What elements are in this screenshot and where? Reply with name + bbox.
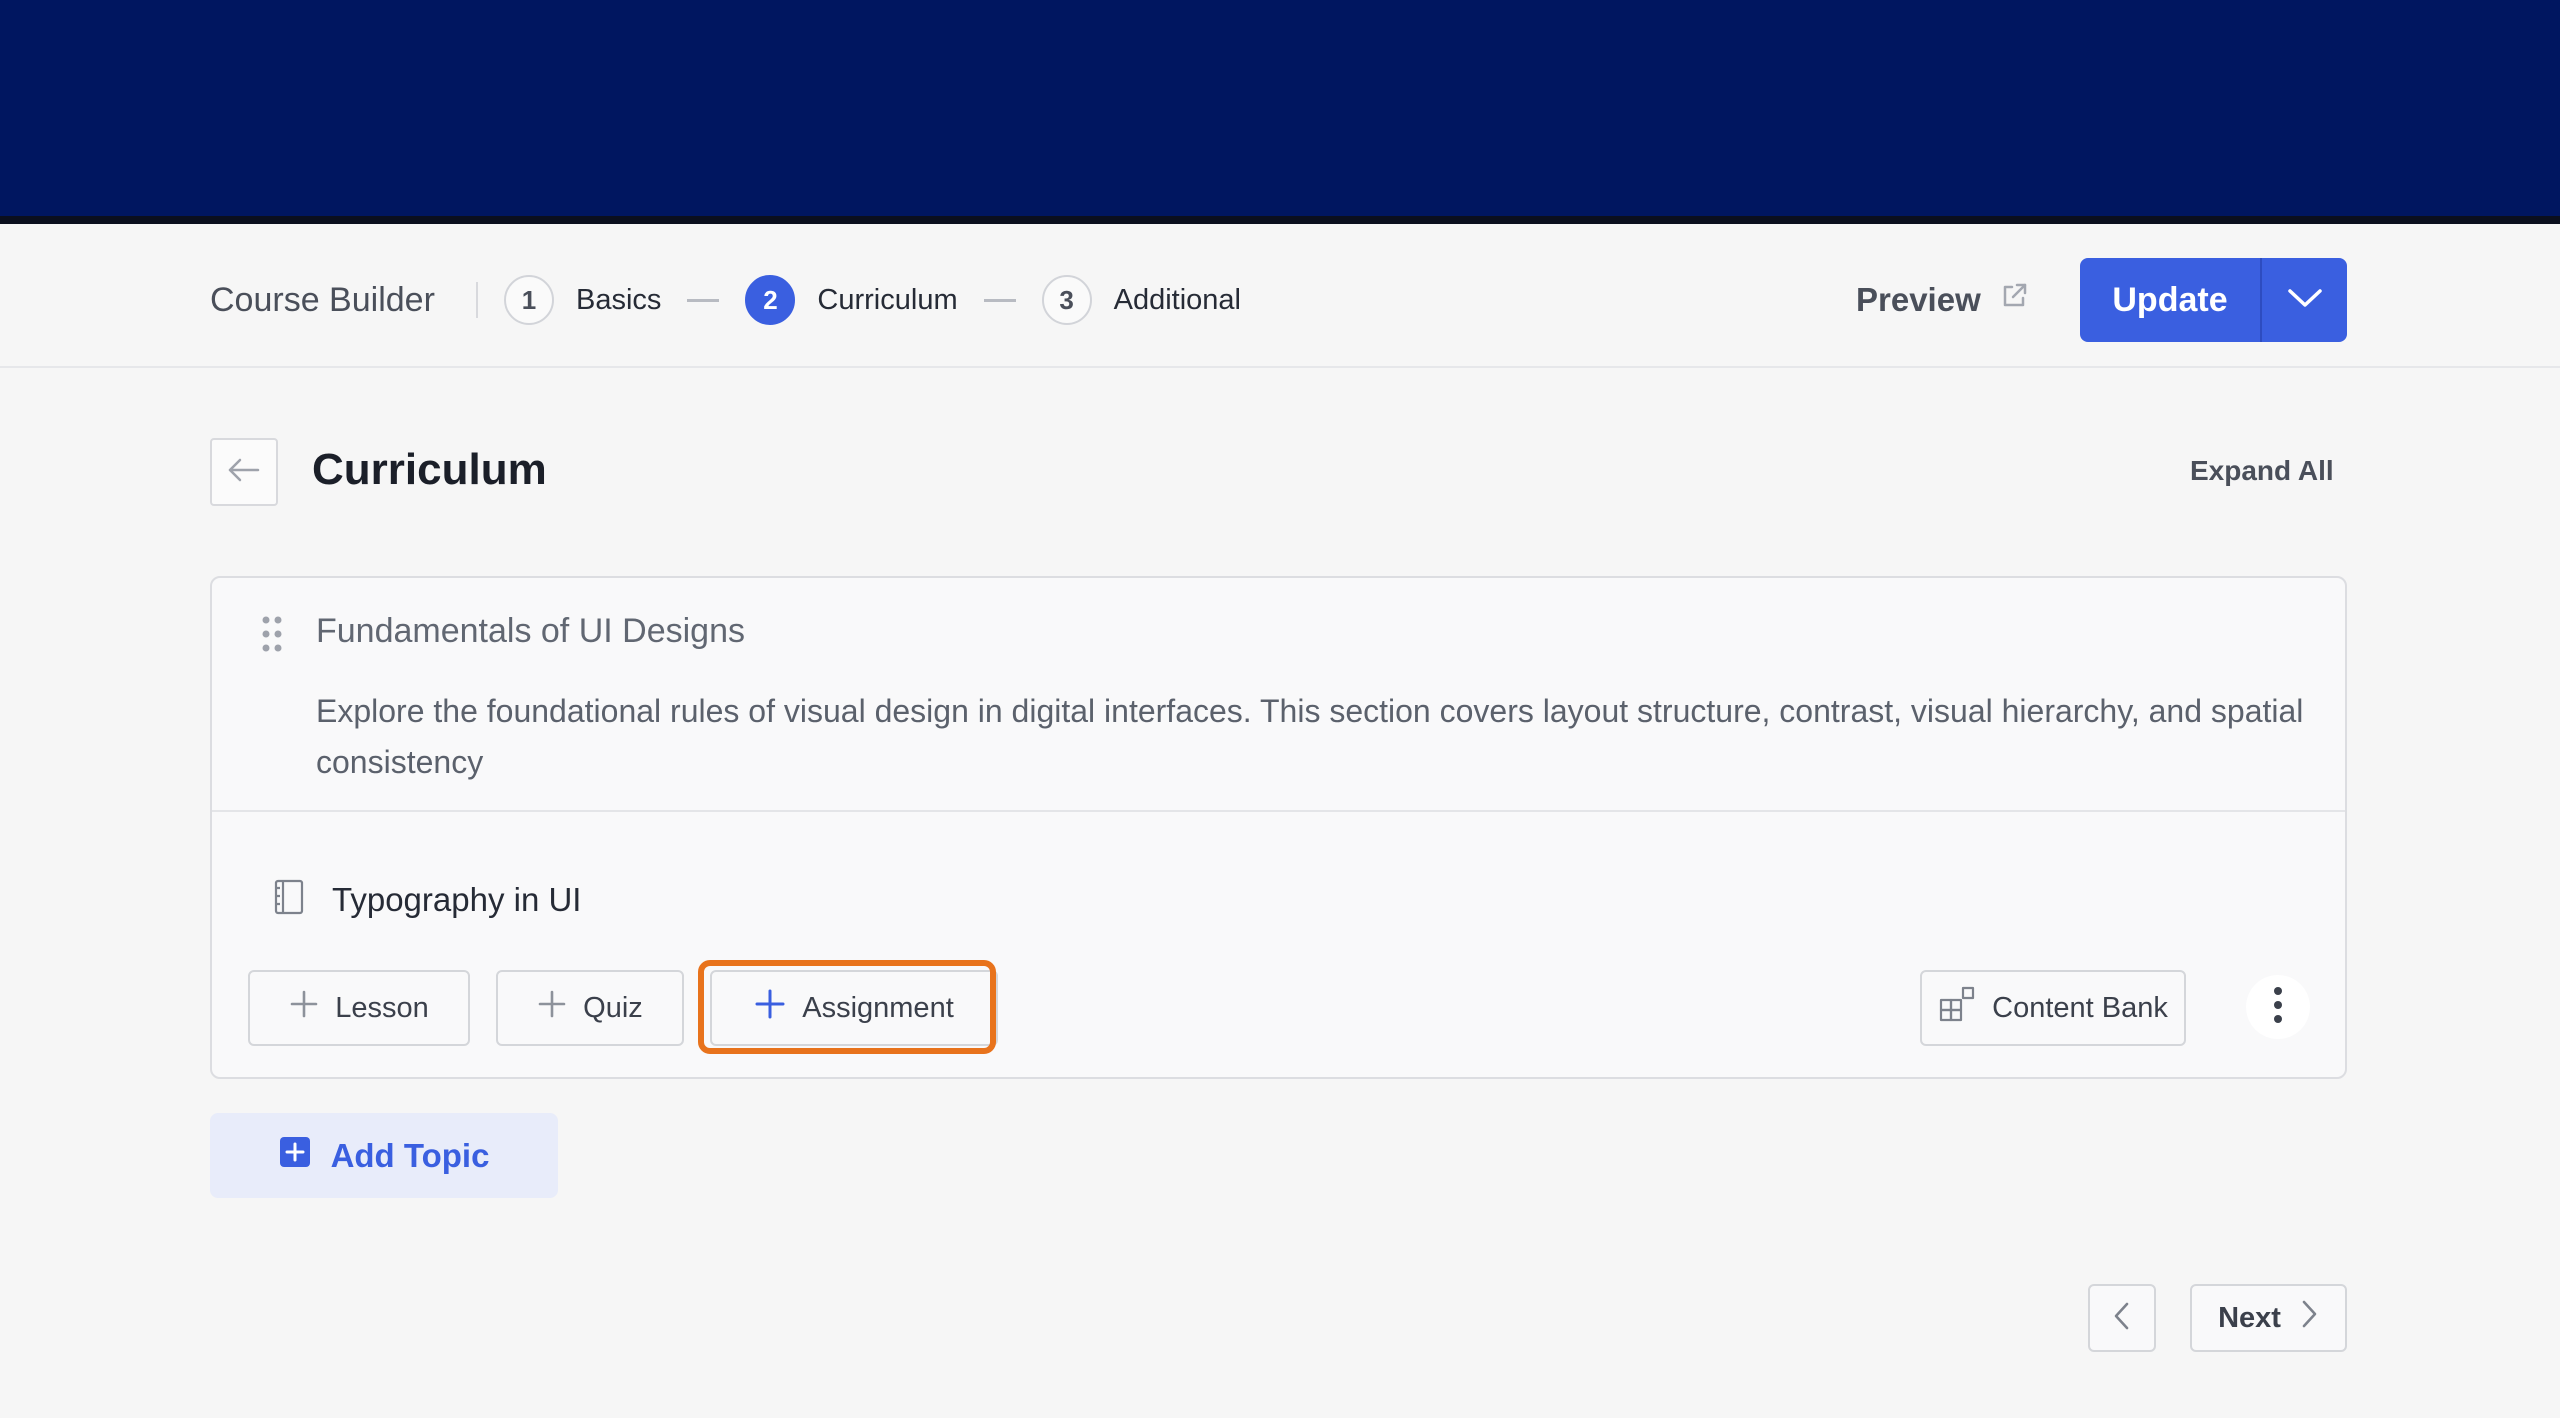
preview-link[interactable]: Preview xyxy=(1856,276,2029,324)
lesson-document-icon xyxy=(272,878,306,921)
add-quiz-label: Quiz xyxy=(583,991,643,1024)
arrow-left-icon xyxy=(226,456,262,489)
add-topic-button[interactable]: Add Topic xyxy=(210,1113,558,1198)
next-button[interactable]: Next xyxy=(2190,1284,2347,1352)
update-button[interactable]: Update xyxy=(2080,258,2260,342)
page-title: Curriculum xyxy=(312,445,547,494)
lesson-title: Typography in UI xyxy=(332,880,582,918)
step-basics[interactable]: 1 Basics xyxy=(504,275,661,325)
lesson-item[interactable]: Typography in UI xyxy=(272,878,581,921)
preview-label: Preview xyxy=(1856,281,1981,318)
content-bank-label: Content Bank xyxy=(1992,991,2168,1024)
previous-button[interactable] xyxy=(2088,1284,2156,1352)
step-label: Additional xyxy=(1113,283,1241,316)
course-builder-header: Course Builder 1 Basics 2 Curriculum 3 A… xyxy=(0,232,2560,368)
step-divider xyxy=(687,298,720,302)
step-label: Basics xyxy=(576,283,662,316)
expand-all-button[interactable]: Expand All xyxy=(2190,455,2334,487)
update-dropdown-button[interactable] xyxy=(2262,258,2347,342)
plus-icon xyxy=(754,988,786,1028)
update-button-group: Update xyxy=(2080,258,2347,342)
next-label: Next xyxy=(2218,1301,2281,1334)
stepper: 1 Basics 2 Curriculum 3 Additional xyxy=(504,274,1241,326)
add-topic-label: Add Topic xyxy=(330,1136,490,1174)
add-quiz-button[interactable]: Quiz xyxy=(496,970,684,1046)
topic-card: Fundamentals of UI Designs Explore the f… xyxy=(210,576,2347,1079)
step-curriculum[interactable]: 2 Curriculum xyxy=(745,275,958,325)
back-button[interactable] xyxy=(210,438,278,506)
step-additional[interactable]: 3 Additional xyxy=(1041,275,1241,325)
topic-more-button[interactable] xyxy=(2246,975,2310,1039)
plus-icon xyxy=(537,989,567,1027)
step-number: 1 xyxy=(504,275,554,325)
chevron-right-icon xyxy=(2299,1299,2319,1337)
brand-divider xyxy=(476,282,478,318)
plus-square-icon xyxy=(279,1136,311,1176)
add-lesson-button[interactable]: Lesson xyxy=(248,970,470,1046)
top-banner xyxy=(0,0,2560,224)
add-assignment-label: Assignment xyxy=(802,991,954,1024)
more-vertical-icon xyxy=(2273,986,2283,1029)
brand-title: Course Builder xyxy=(210,281,435,319)
step-divider xyxy=(983,298,1016,302)
chevron-left-icon xyxy=(2112,1301,2132,1336)
topic-header[interactable]: Fundamentals of UI Designs Explore the f… xyxy=(212,578,2345,812)
topic-description: Explore the foundational rules of visual… xyxy=(316,693,2304,780)
topic-title: Fundamentals of UI Designs xyxy=(316,612,745,650)
content-bank-icon xyxy=(1938,985,1976,1031)
add-assignment-button[interactable]: Assignment xyxy=(710,970,998,1046)
chevron-down-icon xyxy=(2286,286,2324,315)
step-number: 2 xyxy=(745,275,796,325)
content-bank-button[interactable]: Content Bank xyxy=(1920,970,2186,1046)
plus-icon xyxy=(289,989,319,1027)
step-number: 3 xyxy=(1041,275,1092,325)
step-label: Curriculum xyxy=(817,283,958,316)
add-lesson-label: Lesson xyxy=(335,991,429,1024)
drag-handle-icon[interactable] xyxy=(260,614,284,659)
external-link-icon xyxy=(1999,281,2029,319)
